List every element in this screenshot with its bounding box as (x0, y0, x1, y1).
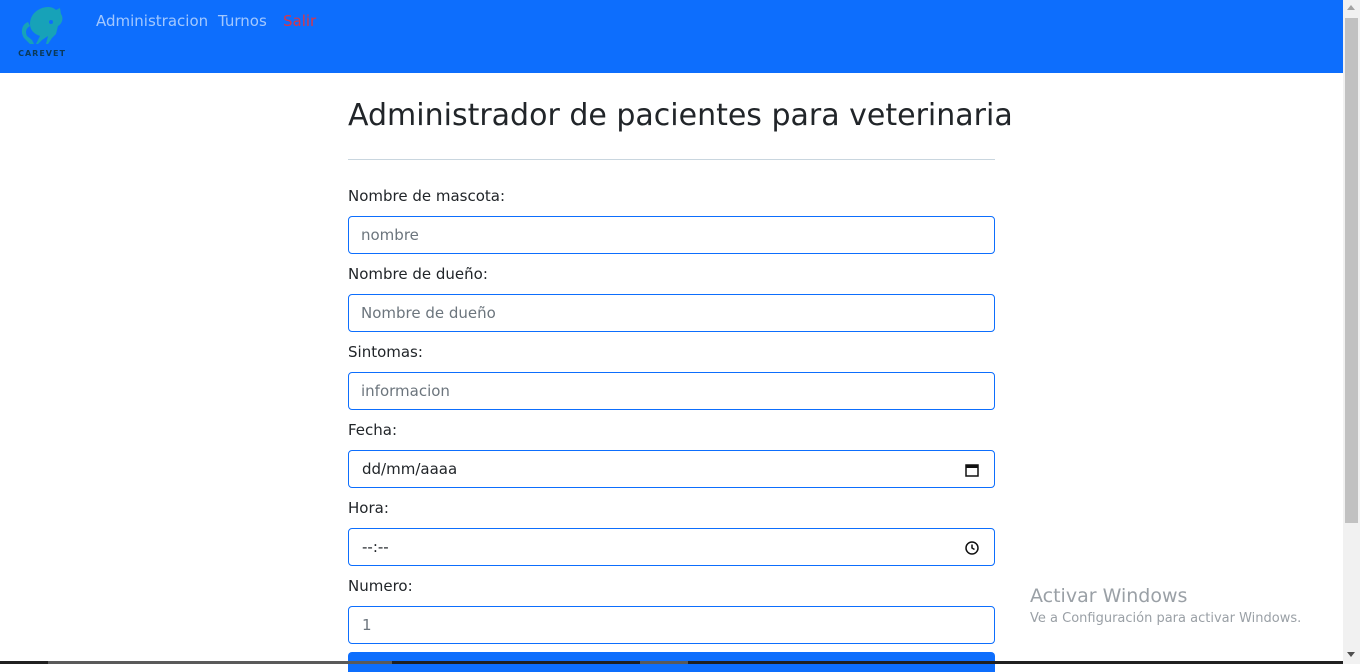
date-input[interactable]: dd/mm/aaaa (348, 450, 995, 488)
vertical-scrollbar[interactable] (1343, 0, 1360, 664)
nav-link-administracion[interactable]: Administracion (96, 12, 208, 30)
clock-icon[interactable] (964, 540, 980, 556)
pet-name-label: Nombre de mascota: (348, 187, 506, 205)
owner-name-label: Nombre de dueño: (348, 265, 488, 283)
page-title: Administrador de pacientes para veterina… (348, 98, 1013, 133)
number-input-value: 1 (362, 616, 372, 634)
scroll-down-arrow-icon[interactable] (1347, 652, 1355, 657)
nav-link-salir[interactable]: Salir (283, 12, 316, 30)
windows-activation-title: Activar Windows (1030, 585, 1188, 607)
time-input[interactable]: --:-- (348, 528, 995, 566)
date-input-display: dd/mm/aaaa (362, 460, 458, 478)
top-navbar: CAREVET Administracion Turnos Salir (0, 0, 1343, 73)
pet-name-input[interactable] (348, 216, 995, 254)
calendar-icon[interactable] (964, 462, 980, 478)
brand-name: CAREVET (18, 49, 66, 58)
number-label: Numero: (348, 577, 413, 595)
scrollbar-thumb[interactable] (1345, 18, 1358, 523)
scroll-up-arrow-icon[interactable] (1347, 5, 1355, 10)
nav-link-turnos[interactable]: Turnos (218, 12, 267, 30)
windows-activation-subtitle: Ve a Configuración para activar Windows. (1030, 611, 1302, 626)
time-input-display: --:-- (362, 538, 389, 556)
symptoms-input[interactable] (348, 372, 995, 410)
dog-cat-logo-icon (21, 7, 63, 44)
number-input[interactable]: 1 (348, 606, 995, 644)
time-label: Hora: (348, 499, 389, 517)
brand-logo[interactable]: CAREVET (18, 4, 66, 58)
date-label: Fecha: (348, 421, 398, 439)
symptoms-label: Sintomas: (348, 343, 423, 361)
title-divider (348, 159, 995, 160)
owner-name-input[interactable] (348, 294, 995, 332)
